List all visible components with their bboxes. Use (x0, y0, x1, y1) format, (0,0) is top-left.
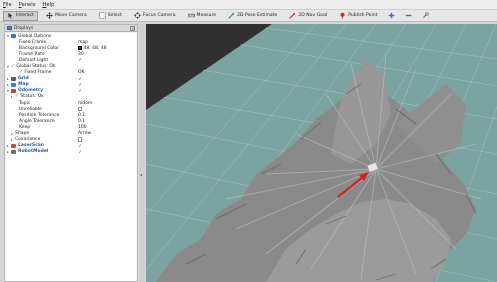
checkbox[interactable]: ✓ (78, 82, 82, 87)
display-row-label: Unreliable (19, 106, 42, 112)
display-row-label: RobotModel (18, 149, 49, 155)
display-row-label: Fixed Frame (24, 70, 52, 76)
checkbox[interactable]: ✓ (78, 57, 82, 62)
3d-view[interactable] (146, 24, 497, 282)
plus-icon (388, 12, 395, 19)
display-row-label: Keep (19, 124, 31, 130)
measure-icon (187, 12, 195, 19)
menu-panels[interactable]: Panels (19, 2, 36, 8)
remove-tool-button[interactable] (402, 11, 417, 21)
display-row-label: Global Status: Ok (16, 64, 56, 70)
laserscan-icon (11, 143, 16, 148)
color-swatch[interactable] (78, 46, 82, 51)
panel-splitter[interactable]: ◂ (139, 24, 145, 282)
displays-panel-title: Displays (14, 25, 34, 31)
menu-help[interactable]: Help (42, 2, 54, 8)
tool-move-camera[interactable]: Move Camera (42, 11, 91, 21)
add-tool-button[interactable] (385, 11, 400, 21)
display-row-label: Covariance (15, 137, 41, 143)
display-row-value[interactable]: 30 (78, 52, 84, 57)
focus-camera-icon (133, 12, 141, 19)
display-row-value[interactable]: map (78, 40, 88, 45)
display-row-value[interactable]: 100 (78, 125, 87, 130)
tool-properties-button[interactable] (419, 11, 434, 21)
display-row-label: Odometry (18, 88, 44, 94)
publish-point-icon (339, 12, 346, 19)
display-row-label: Frame Rate (19, 51, 45, 57)
menu-file[interactable]: File (3, 2, 12, 8)
checkbox[interactable]: ✓ (78, 143, 82, 148)
grid-icon (11, 76, 16, 81)
display-row[interactable]: ▸ RobotModel ✓ (6, 149, 136, 155)
globe-icon (11, 33, 16, 39)
checkbox[interactable] (78, 137, 83, 142)
displays-panel: Displays × ▾ Global Options Fixed Frame map… (4, 24, 138, 282)
render-canvas (146, 24, 497, 282)
checkbox[interactable]: ✓ (78, 88, 82, 93)
status-ok-icon: ✓ (19, 70, 23, 76)
tool-interact[interactable]: Interact (3, 10, 38, 21)
displays-panel-header: Displays × (5, 25, 137, 32)
status-ok-icon: ✓ (15, 94, 19, 100)
nav-goal-icon (289, 12, 296, 19)
display-row-value[interactable]: 48; 48; 48 (84, 46, 107, 51)
display-row-label: Angle Tolerance (19, 118, 55, 124)
display-row-label: Global Options (18, 33, 52, 39)
display-row-label: Fixed Frame (19, 39, 47, 45)
display-row-value[interactable]: 0.1 (78, 113, 85, 118)
map-icon (11, 82, 16, 87)
menubar: File Panels Help (0, 0, 497, 9)
wrench-icon (422, 12, 429, 19)
display-row-value[interactable]: /odom (78, 101, 92, 106)
checkbox[interactable] (78, 106, 83, 112)
display-row-label: Position Tolerance (19, 112, 60, 118)
checkbox[interactable]: ✓ (78, 76, 82, 81)
checkbox[interactable]: ✓ (78, 149, 82, 154)
tool-focus-camera[interactable]: Focus Camera (130, 11, 180, 21)
pose-estimate-icon (228, 12, 235, 19)
monitor-icon (7, 26, 12, 30)
display-row-value[interactable]: OK (78, 70, 85, 75)
display-row-label: Status: Ok (20, 94, 44, 100)
display-row-label: LaserScan (18, 143, 45, 149)
tool-2d-pose-estimate[interactable]: 2D Pose Estimate (224, 11, 281, 21)
minus-icon (405, 12, 412, 19)
odometry-icon (11, 88, 16, 94)
robot-model-icon (11, 149, 16, 155)
display-row-label: Shape (15, 131, 30, 137)
toolbar: Interact Move Camera Select Focus Camera… (0, 9, 497, 22)
status-ok-icon: ✓ (11, 64, 15, 70)
display-row-value[interactable]: 0.1 (78, 119, 85, 124)
display-row-value[interactable]: Arrow (78, 131, 91, 136)
displays-tree: ▾ Global Options Fixed Frame map Background … (6, 33, 136, 281)
display-row-label: Default Light (19, 57, 49, 63)
select-icon (99, 12, 106, 19)
close-icon[interactable]: × (130, 26, 135, 31)
tool-publish-point[interactable]: Publish Point (335, 11, 381, 21)
display-row-label: Map (18, 82, 29, 88)
interact-icon (7, 12, 14, 19)
collapse-arrow-icon[interactable]: ◂ (140, 172, 142, 177)
tool-2d-nav-goal[interactable]: 2D Nav Goal (285, 11, 331, 21)
tool-select[interactable]: Select (95, 11, 126, 21)
move-camera-icon (45, 12, 53, 19)
display-row-label: Grid (18, 76, 29, 82)
display-row-label: Topic (19, 100, 31, 106)
display-row-label: Background Color (19, 45, 60, 51)
tool-measure[interactable]: Measure (184, 11, 221, 21)
